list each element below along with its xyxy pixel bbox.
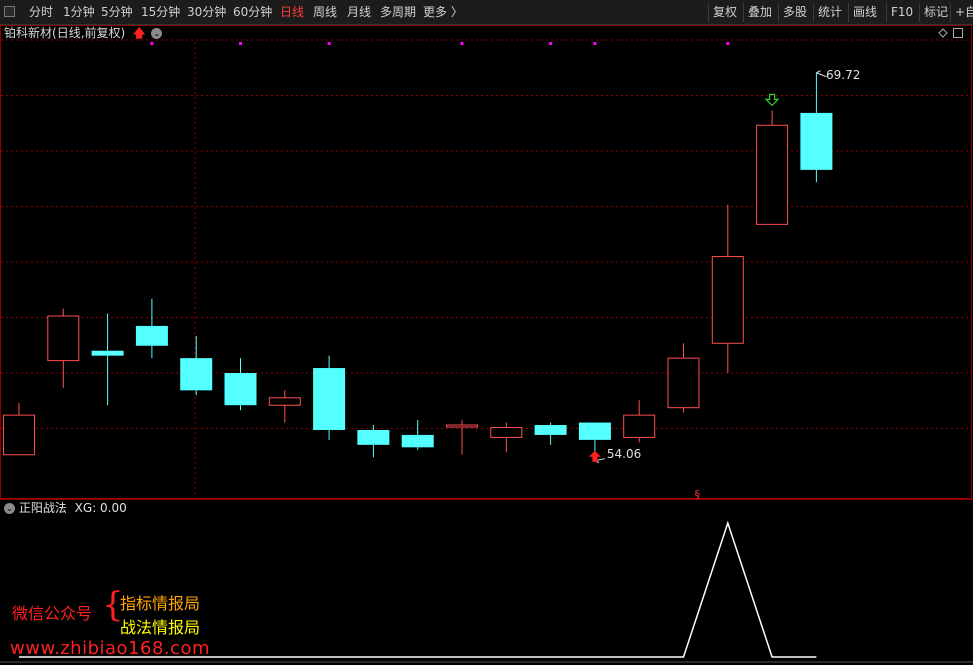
signal-marker — [327, 42, 331, 45]
candle-body — [268, 397, 301, 406]
candle-body — [623, 414, 656, 438]
max-price-label: 69.72 — [826, 67, 861, 82]
indicator-name: 正阳战法 — [18, 501, 67, 515]
signal-marker — [150, 42, 154, 45]
candle-body — [91, 350, 124, 356]
candle-body — [357, 429, 390, 445]
candle-body — [47, 315, 80, 362]
candle-body — [224, 373, 257, 406]
candle-body — [800, 112, 833, 170]
signal-s-marker: § — [695, 488, 701, 501]
candle-body — [180, 358, 213, 391]
signal-marker — [593, 42, 597, 45]
diamond-icon — [938, 28, 948, 38]
watermark-account-label: 微信公众号 — [12, 604, 93, 623]
watermark-line2: 战法情报局 — [120, 618, 201, 637]
candle-body — [313, 368, 346, 430]
candle-body — [667, 357, 700, 409]
chevron-down-icon[interactable]: ⌄ — [4, 503, 15, 514]
signal-marker — [549, 42, 553, 45]
maximize-icon — [953, 28, 963, 38]
signal-marker — [726, 42, 730, 45]
candle-body — [756, 124, 789, 225]
signal-marker — [239, 42, 242, 45]
signal-marker — [460, 42, 464, 45]
candle-body — [711, 256, 744, 344]
watermark-line1: 指标情报局 — [120, 594, 201, 613]
indicator-title: ⌄ 正阳战法 XG: 0.00 — [4, 500, 127, 516]
candlestick-chart: § — [0, 25, 973, 663]
max-price-leader — [816, 70, 827, 78]
candle-body — [534, 425, 567, 435]
candle-body — [578, 422, 611, 440]
sell-down-arrow-icon — [764, 93, 780, 107]
candle-body — [446, 424, 478, 428]
candle-body — [135, 325, 168, 346]
watermark-url: www.zhibiao168.com — [10, 638, 211, 659]
min-price-label: 54.06 — [606, 446, 642, 461]
candle-body — [3, 414, 35, 456]
candle-body — [490, 427, 523, 438]
candle-body — [401, 434, 434, 448]
indicator-value: XG: 0.00 — [74, 501, 127, 515]
